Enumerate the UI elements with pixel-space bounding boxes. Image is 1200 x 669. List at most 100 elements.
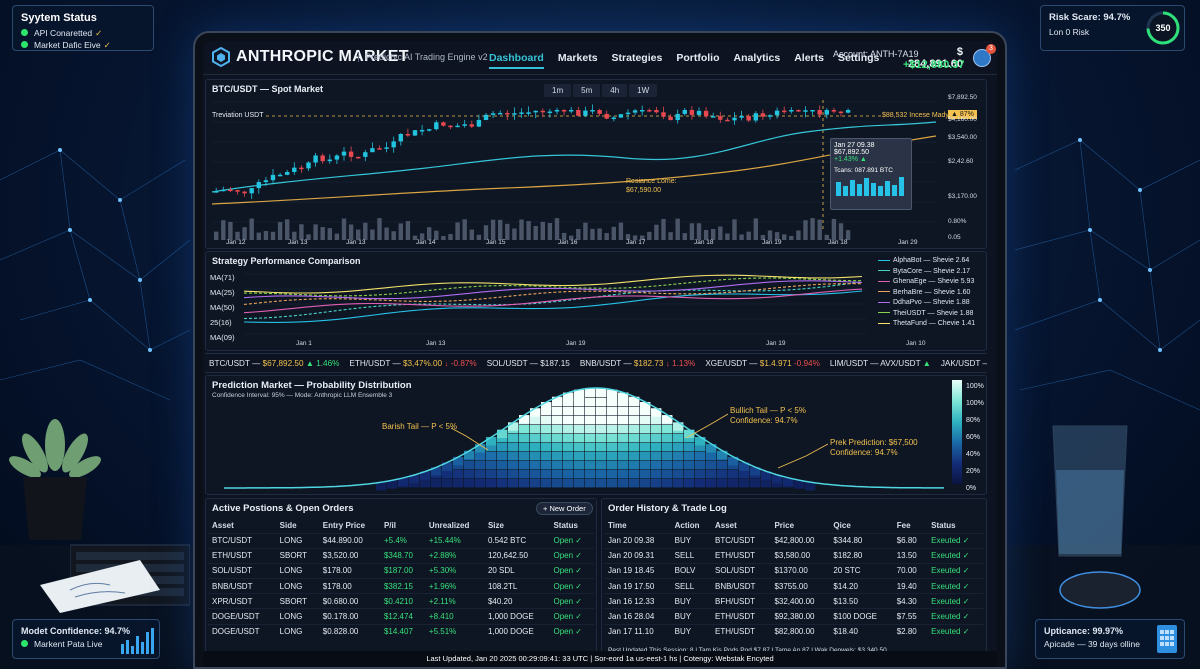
ticker-item[interactable]: SOL/USDT — $187.15 bbox=[487, 359, 570, 368]
price-y-tick: $7,892.50 bbox=[948, 94, 977, 101]
table-row[interactable]: Jan 16 12.33 BUY BFH/USDT $32,400.00 $13.50 $… bbox=[604, 593, 984, 609]
heat-cell bbox=[585, 388, 596, 397]
volume-bar bbox=[249, 218, 254, 240]
table-row[interactable]: Jan 17 11.10 BUY ETH/USDT $82,800.00 $18.40 $… bbox=[604, 623, 984, 640]
candle-body bbox=[767, 115, 773, 117]
ticker-item[interactable]: XGE/USDT — $1.4.971 -0.94% bbox=[705, 359, 820, 368]
prediction-panel: Prediction Market — Probability Distribu… bbox=[205, 375, 987, 495]
table-row[interactable]: Jan 19 18.45 BOLV SOL/USDT $1370.00 20 STC 70… bbox=[604, 562, 984, 579]
candle-body bbox=[739, 116, 744, 118]
column-header[interactable]: Size bbox=[484, 519, 550, 533]
table-row[interactable]: BTC/USDT LONG $44.890.00 +5.4% +15.44% 0.542 … bbox=[208, 532, 594, 549]
volume-bar bbox=[334, 233, 340, 240]
heat-cell bbox=[629, 407, 640, 416]
table-cell: 20 STC bbox=[829, 562, 893, 579]
table-row[interactable]: ETH/USDT SBORT $3,520.00 $348.70 +2.88% 120,6… bbox=[208, 547, 594, 564]
ticker-item[interactable]: ETH/USDT — $3,47%.00 ↓ -0.87% bbox=[349, 359, 476, 368]
menu-markets[interactable]: Markets bbox=[558, 52, 598, 69]
heat-cell bbox=[563, 479, 574, 488]
table-row[interactable]: XPR/USDT SBORT $0.680.00 $0.4210 +2.11% $40.2… bbox=[208, 593, 594, 609]
candle-body bbox=[505, 112, 510, 115]
column-header[interactable]: Action bbox=[671, 519, 711, 533]
menu-strategies[interactable]: Strategies bbox=[612, 52, 663, 69]
table-row[interactable]: DOGE/USDT LONG $0.178.00 $12.474 +8.410 1,000… bbox=[208, 608, 594, 625]
table-cell: $3,520.00 bbox=[318, 547, 380, 564]
heat-cell bbox=[618, 407, 629, 416]
strategy-panel: Strategy Performance Comparison MA(71) MA… bbox=[205, 251, 987, 351]
heat-cell bbox=[662, 443, 673, 452]
table-row[interactable]: Jan 20 09.38 BUY BTC/USDT $42,800.00 $344.80… bbox=[604, 532, 984, 549]
heat-cell bbox=[640, 479, 651, 488]
heat-cell bbox=[651, 452, 662, 461]
menu-alerts[interactable]: Alerts bbox=[794, 52, 824, 69]
strategy-x-tick: Jan 10 bbox=[906, 340, 926, 347]
positions-table: Asset Side Entry Price P/il Unrealized Size St… bbox=[208, 519, 594, 640]
candle-body bbox=[455, 125, 460, 128]
heat-cell bbox=[508, 422, 519, 431]
heat-cell bbox=[541, 452, 552, 461]
table-cell: $2.80 bbox=[892, 623, 928, 640]
new-order-button[interactable]: + New Order bbox=[536, 502, 593, 515]
column-header[interactable]: Asset bbox=[208, 519, 276, 533]
callout-line bbox=[450, 427, 489, 451]
history-table: Time Action Asset Price Qice Fee Status Jan 20 … bbox=[604, 519, 984, 640]
table-row[interactable]: Jan 16 28.04 BUY ETH/USDT $92,380.00 $100 DO… bbox=[604, 608, 984, 625]
ticker-item[interactable]: JAK/USDT — $7.44 -0.91% bbox=[941, 359, 987, 368]
candle-body bbox=[526, 112, 531, 114]
probability-distribution-chart bbox=[224, 387, 944, 491]
column-header[interactable]: Entry Price bbox=[319, 519, 380, 533]
column-header[interactable]: Qice bbox=[829, 519, 892, 533]
strategy-line-chart[interactable] bbox=[206, 252, 988, 352]
ticker-item[interactable]: BTC/USDT — $67,892.50 ▲ 1.46% bbox=[209, 359, 339, 368]
table-cell: BUY bbox=[670, 593, 711, 609]
notification-badge[interactable]: 3 bbox=[986, 44, 996, 54]
column-header[interactable]: Fee bbox=[893, 519, 927, 533]
table-row[interactable]: BNB/USDT LONG $178.00 $382.15 +1.96% 108.2TL O… bbox=[208, 578, 594, 594]
table-row[interactable]: Jan 19 17.50 SELL BNB/USDT $3755.00 $14.20 19… bbox=[604, 578, 984, 594]
table-cell: $6.80 bbox=[892, 532, 928, 549]
candle-body bbox=[711, 116, 716, 118]
column-header[interactable]: P/il bbox=[380, 519, 425, 533]
legend-sharpe: Shevie 2.17 bbox=[933, 267, 971, 275]
column-header[interactable]: Time bbox=[604, 519, 671, 533]
candle-body bbox=[583, 110, 588, 116]
probability-scale-labels: 100% 100% 80% 60% 40% 20% 0% bbox=[966, 383, 984, 492]
ticker-item[interactable]: LIM/USDT — AVX/USDT ▲ bbox=[830, 359, 931, 368]
volume-bar bbox=[753, 218, 758, 240]
table-cell: 70.00 bbox=[892, 562, 928, 579]
price-x-tick: Jan 18 bbox=[694, 239, 714, 246]
menu-portfolio[interactable]: Portfolio bbox=[676, 52, 719, 69]
menu-analytics[interactable]: Analytics bbox=[734, 52, 781, 69]
candle-body bbox=[334, 155, 340, 160]
heat-cell bbox=[574, 398, 585, 407]
risk-score-widget: Risk Scare: 94.7% Lon 0 Risk 350 bbox=[1040, 5, 1185, 51]
heat-cell bbox=[651, 425, 662, 434]
column-header[interactable]: Unrealized bbox=[425, 519, 484, 533]
heat-cell bbox=[629, 479, 640, 488]
table-row[interactable]: DOGE/USDT LONG $0.828.00 $14.407 +5.51% 1,000… bbox=[208, 623, 594, 640]
column-header[interactable]: Price bbox=[770, 519, 829, 533]
heat-cell bbox=[453, 479, 464, 488]
strategy-x-tick: Jan 19 bbox=[766, 340, 786, 347]
heat-cell bbox=[629, 416, 640, 425]
menu-dashboard[interactable]: Dashboard bbox=[489, 52, 544, 69]
heat-cell bbox=[420, 479, 431, 488]
volume-bar bbox=[285, 219, 290, 240]
volume-bar bbox=[696, 223, 702, 240]
column-header[interactable]: Asset bbox=[711, 519, 770, 533]
uptime-widget: Upticance: 99.97% Apicade — 39 days olli… bbox=[1035, 619, 1185, 659]
volume-bar bbox=[682, 233, 687, 240]
heat-cell bbox=[640, 452, 651, 461]
table-row[interactable]: SOL/USDT LONG $178.00 $187.00 +5.30% 20 SDL Op… bbox=[208, 562, 594, 579]
heat-cell bbox=[585, 407, 596, 416]
ticker-item[interactable]: BNB/USDT — $182.73 ↓ 1.13% bbox=[580, 359, 695, 368]
column-header[interactable]: Status bbox=[549, 519, 594, 533]
table-cell: BNB/USDT bbox=[710, 578, 771, 594]
table-cell: Jan 19 17.50 bbox=[604, 578, 671, 594]
candle-body bbox=[476, 119, 482, 127]
heat-cell bbox=[607, 416, 618, 425]
column-header[interactable]: Status bbox=[927, 519, 984, 533]
column-header[interactable]: Side bbox=[276, 519, 319, 533]
table-row[interactable]: Jan 20 09.31 SELL ETH/USDT $3,580.00 $182.80… bbox=[604, 547, 984, 564]
candle-body bbox=[838, 111, 844, 114]
